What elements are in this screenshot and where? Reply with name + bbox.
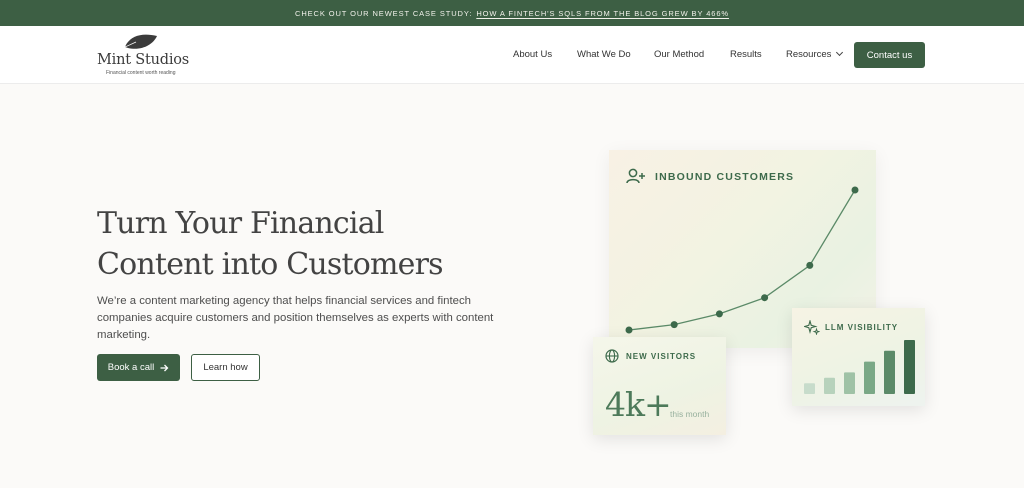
chevron-down-icon bbox=[836, 48, 844, 57]
llm-visibility-chart bbox=[804, 340, 915, 394]
site-header: Mint Studios Financial content worth rea… bbox=[0, 26, 1024, 84]
nav-resources-label: Resources bbox=[786, 49, 832, 60]
inbound-customers-point bbox=[851, 186, 859, 194]
nav-results[interactable]: Results bbox=[730, 49, 762, 60]
llm-visibility-bar bbox=[804, 383, 815, 394]
nav-our-method[interactable]: Our Method bbox=[654, 49, 704, 60]
hero-title-line-1: Turn Your Financial bbox=[97, 206, 384, 241]
hero-title: Turn Your Financial Content into Custome… bbox=[97, 203, 537, 285]
inbound-customers-point bbox=[715, 310, 723, 318]
logo-tagline: Financial content worth reading bbox=[106, 70, 176, 76]
hero-title-line-2: Content into Customers bbox=[97, 247, 444, 282]
book-a-call-label: Book a call bbox=[107, 362, 155, 373]
leaf-icon bbox=[124, 34, 157, 49]
nav-about-us[interactable]: About Us bbox=[513, 49, 552, 60]
inbound-customers-point bbox=[761, 294, 769, 302]
nav-what-we-do[interactable]: What We Do bbox=[577, 49, 631, 60]
banner-text: CHECK OUT OUR NEWEST CASE STUDY: bbox=[295, 8, 473, 18]
new-visitors-title: NEW VISITORS bbox=[626, 352, 697, 361]
llm-visibility-bar bbox=[844, 372, 855, 394]
inbound-customers-point bbox=[625, 326, 633, 334]
new-visitors-subtext: this month bbox=[670, 409, 710, 419]
hero-description: We’re a content marketing agency that he… bbox=[97, 295, 494, 341]
new-visitors-card: NEW VISITORS 4k+ this month bbox=[593, 337, 726, 435]
inbound-customers-point bbox=[806, 261, 814, 269]
logo-name: Mint Studios bbox=[97, 52, 190, 68]
llm-visibility-bar bbox=[884, 350, 895, 394]
announcement-banner: CHECK OUT OUR NEWEST CASE STUDY: HOW A F… bbox=[0, 0, 1024, 26]
nav-resources[interactable]: Resources bbox=[786, 48, 844, 60]
llm-visibility-bar bbox=[904, 340, 915, 394]
contact-us-button[interactable]: Contact us bbox=[854, 42, 925, 68]
llm-visibility-card: LLM VISIBILITY bbox=[792, 308, 925, 406]
learn-how-button[interactable]: Learn how bbox=[191, 354, 260, 381]
book-a-call-button[interactable]: Book a call bbox=[97, 354, 180, 381]
arrow-right-icon bbox=[160, 364, 169, 371]
logo[interactable]: Mint Studios Financial content worth rea… bbox=[97, 32, 197, 78]
case-study-link[interactable]: HOW A FINTECH'S SQLS FROM THE BLOG GREW … bbox=[476, 9, 729, 18]
globe-icon bbox=[605, 349, 619, 363]
llm-visibility-bar bbox=[864, 361, 875, 394]
new-visitors-value: 4k+ bbox=[605, 385, 672, 424]
inbound-customers-point bbox=[670, 321, 678, 329]
llm-visibility-bar bbox=[824, 377, 835, 394]
